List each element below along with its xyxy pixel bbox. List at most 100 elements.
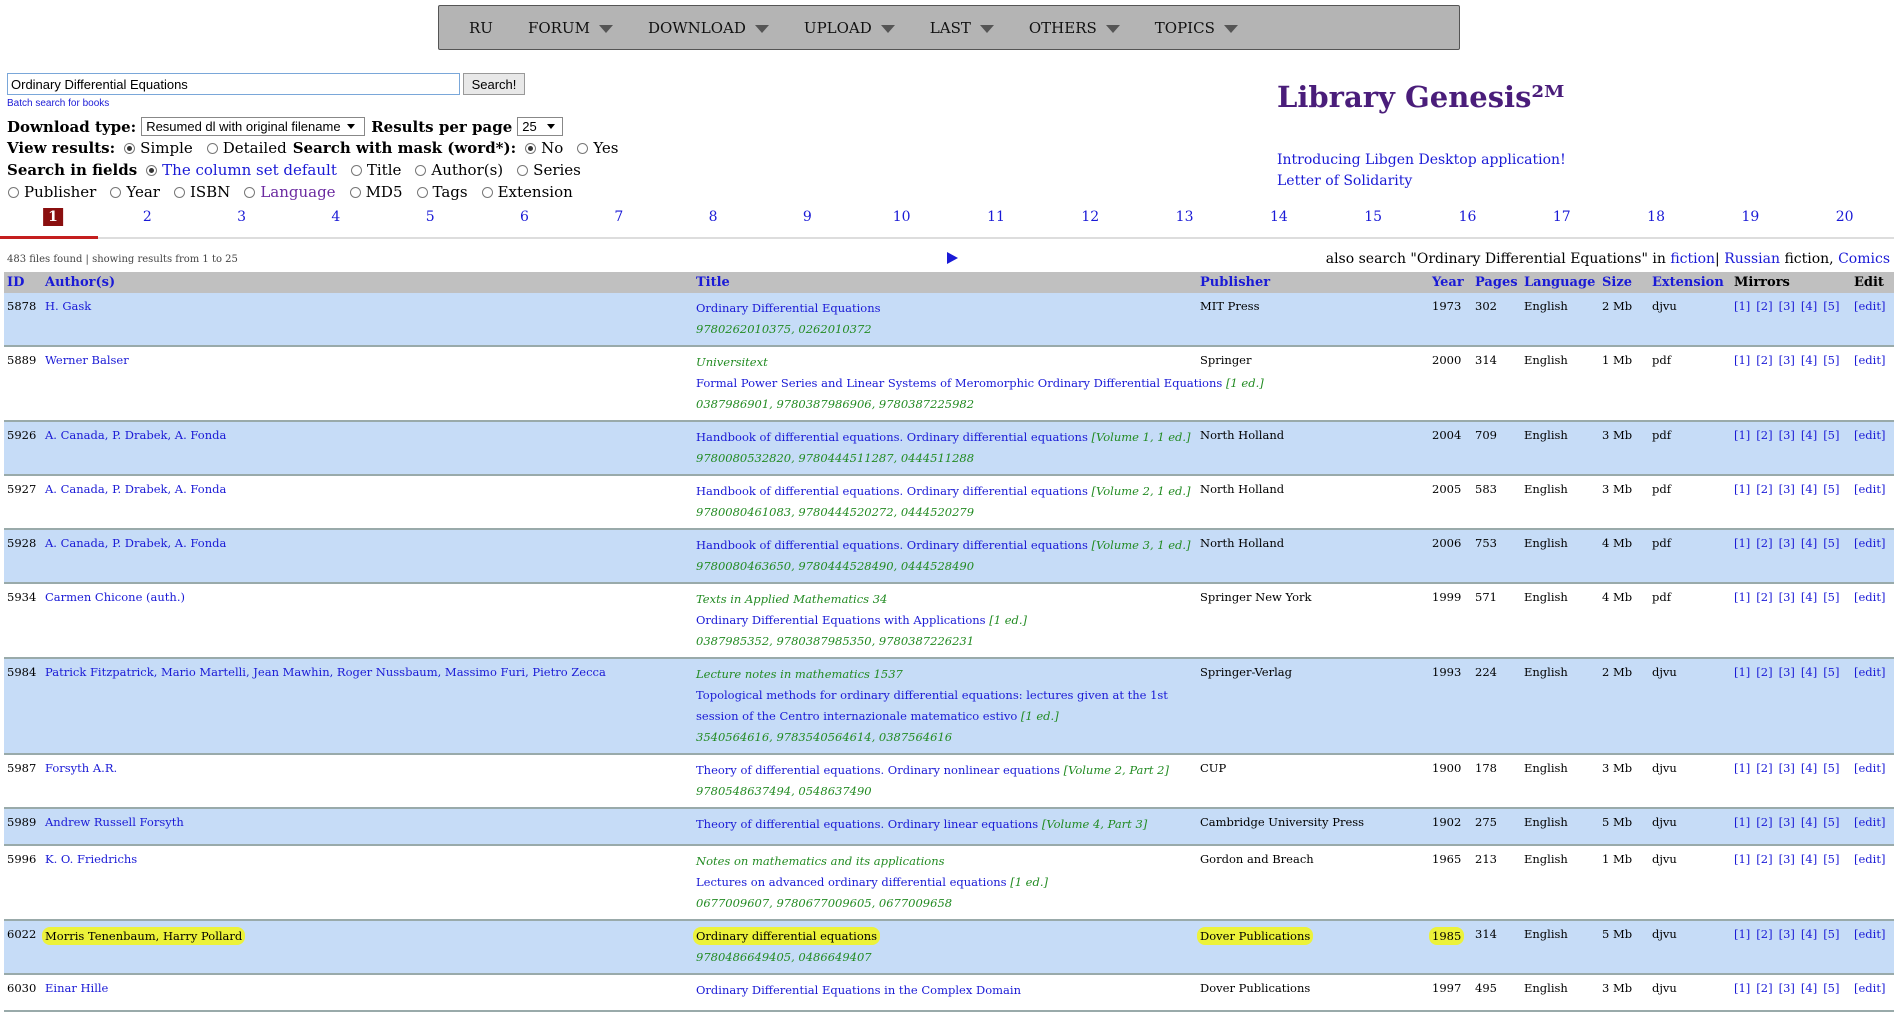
mirror-link-1[interactable]: [1] bbox=[1734, 353, 1750, 367]
book-title-link[interactable]: Topological methods for ordinary differe… bbox=[696, 688, 1168, 723]
column-header-size[interactable]: Size bbox=[1602, 275, 1632, 290]
mirror-link-1[interactable]: [1] bbox=[1734, 665, 1750, 679]
mirror-link-2[interactable]: [2] bbox=[1756, 353, 1772, 367]
field-publisher-radio[interactable] bbox=[8, 186, 19, 198]
mirror-link-4[interactable]: [4] bbox=[1801, 299, 1817, 313]
search-input[interactable] bbox=[7, 73, 460, 95]
mirror-link-3[interactable]: [3] bbox=[1779, 761, 1795, 775]
book-authors-link[interactable]: H. Gask bbox=[45, 299, 91, 313]
mirror-link-4[interactable]: [4] bbox=[1801, 852, 1817, 866]
mirror-link-2[interactable]: [2] bbox=[1756, 852, 1772, 866]
mirror-link-3[interactable]: [3] bbox=[1779, 815, 1795, 829]
field-md5-option[interactable]: MD5 bbox=[346, 183, 403, 201]
edit-link[interactable]: [edit] bbox=[1854, 353, 1885, 367]
edit-link[interactable]: [edit] bbox=[1854, 761, 1885, 775]
page-link-10[interactable]: 10 bbox=[893, 209, 911, 225]
book-authors-link[interactable]: K. O. Friedrichs bbox=[45, 852, 137, 866]
field-year-option[interactable]: Year bbox=[106, 183, 160, 201]
mirror-link-5[interactable]: [5] bbox=[1823, 536, 1839, 550]
mirror-link-2[interactable]: [2] bbox=[1756, 299, 1772, 313]
mirror-link-2[interactable]: [2] bbox=[1756, 981, 1772, 995]
mirror-link-2[interactable]: [2] bbox=[1756, 482, 1772, 496]
mirror-link-3[interactable]: [3] bbox=[1779, 428, 1795, 442]
mirror-link-3[interactable]: [3] bbox=[1779, 981, 1795, 995]
field-default-option[interactable]: The column set default bbox=[142, 161, 337, 179]
mirror-link-4[interactable]: [4] bbox=[1801, 536, 1817, 550]
field-title-radio[interactable] bbox=[350, 164, 362, 176]
book-series[interactable]: Notes on mathematics and its application… bbox=[696, 851, 1196, 872]
mirror-link-5[interactable]: [5] bbox=[1823, 482, 1839, 496]
field-isbn-radio[interactable] bbox=[173, 186, 185, 198]
edit-link[interactable]: [edit] bbox=[1854, 299, 1885, 313]
mirror-link-5[interactable]: [5] bbox=[1823, 815, 1839, 829]
mirror-link-2[interactable]: [2] bbox=[1756, 665, 1772, 679]
column-header-pages[interactable]: Pages bbox=[1475, 275, 1518, 290]
mirror-link-5[interactable]: [5] bbox=[1823, 428, 1839, 442]
also-search-comics-link[interactable]: Comics bbox=[1838, 251, 1890, 267]
page-link-19[interactable]: 19 bbox=[1741, 209, 1759, 225]
view-simple-radio[interactable] bbox=[124, 142, 136, 154]
download-type-select[interactable]: Resumed dl with original filename bbox=[141, 117, 366, 136]
edit-link[interactable]: [edit] bbox=[1854, 590, 1885, 604]
mirror-link-1[interactable]: [1] bbox=[1734, 428, 1750, 442]
mirror-link-1[interactable]: [1] bbox=[1734, 590, 1750, 604]
page-link-13[interactable]: 13 bbox=[1176, 209, 1194, 225]
edit-link[interactable]: [edit] bbox=[1854, 482, 1885, 496]
field-extension-radio[interactable] bbox=[481, 186, 493, 198]
field-language-radio[interactable] bbox=[244, 186, 256, 198]
column-header-title[interactable]: Title bbox=[696, 275, 730, 290]
field-publisher-option[interactable]: Publisher bbox=[8, 183, 96, 201]
page-link-15[interactable]: 15 bbox=[1364, 209, 1382, 225]
mirror-link-4[interactable]: [4] bbox=[1801, 353, 1817, 367]
mirror-link-5[interactable]: [5] bbox=[1823, 981, 1839, 995]
mask-yes-option[interactable]: Yes bbox=[573, 139, 619, 157]
mirror-link-5[interactable]: [5] bbox=[1823, 353, 1839, 367]
book-title-link[interactable]: Handbook of differential equations. Ordi… bbox=[696, 538, 1088, 552]
mirror-link-3[interactable]: [3] bbox=[1779, 665, 1795, 679]
mirror-link-5[interactable]: [5] bbox=[1823, 665, 1839, 679]
book-title-link[interactable]: Handbook of differential equations. Ordi… bbox=[696, 484, 1088, 498]
book-authors-link[interactable]: A. Canada, P. Drabek, A. Fonda bbox=[45, 482, 226, 496]
mirror-link-3[interactable]: [3] bbox=[1779, 353, 1795, 367]
also-search-fiction-link[interactable]: fiction bbox=[1670, 251, 1715, 267]
book-series[interactable]: Lecture notes in mathematics 1537 bbox=[696, 664, 1196, 685]
book-series[interactable]: Texts in Applied Mathematics 34 bbox=[696, 589, 1196, 610]
mirror-link-2[interactable]: [2] bbox=[1756, 815, 1772, 829]
mirror-link-5[interactable]: [5] bbox=[1823, 761, 1839, 775]
view-simple-option[interactable]: Simple bbox=[120, 139, 193, 157]
column-header-authors[interactable]: Author(s) bbox=[45, 275, 115, 290]
book-authors-link[interactable]: A. Canada, P. Drabek, A. Fonda bbox=[45, 428, 226, 442]
mirror-link-2[interactable]: [2] bbox=[1756, 927, 1772, 941]
mirror-link-5[interactable]: [5] bbox=[1823, 299, 1839, 313]
book-title-link[interactable]: Ordinary Differential Equations in the C… bbox=[696, 983, 1021, 997]
menu-item-others[interactable]: OTHERS bbox=[1029, 19, 1120, 37]
book-title-link[interactable]: Theory of differential equations. Ordina… bbox=[696, 817, 1038, 831]
mirror-link-3[interactable]: [3] bbox=[1779, 482, 1795, 496]
field-tags-option[interactable]: Tags bbox=[413, 183, 468, 201]
mirror-link-4[interactable]: [4] bbox=[1801, 927, 1817, 941]
edit-link[interactable]: [edit] bbox=[1854, 536, 1885, 550]
mirror-link-3[interactable]: [3] bbox=[1779, 299, 1795, 313]
book-authors-link[interactable]: Werner Balser bbox=[45, 353, 129, 367]
page-link-16[interactable]: 16 bbox=[1459, 209, 1477, 225]
next-page-play-icon[interactable] bbox=[947, 252, 958, 264]
mirror-link-2[interactable]: [2] bbox=[1756, 590, 1772, 604]
results-per-page-select[interactable]: 25 bbox=[517, 117, 564, 136]
mask-no-radio[interactable] bbox=[525, 142, 537, 154]
page-link-17[interactable]: 17 bbox=[1553, 209, 1571, 225]
book-title-link[interactable]: Handbook of differential equations. Ordi… bbox=[696, 430, 1088, 444]
page-link-9[interactable]: 9 bbox=[803, 209, 812, 225]
mirror-link-1[interactable]: [1] bbox=[1734, 299, 1750, 313]
mirror-link-4[interactable]: [4] bbox=[1801, 665, 1817, 679]
field-series-option[interactable]: Series bbox=[513, 161, 581, 179]
book-title-link[interactable]: Formal Power Series and Linear Systems o… bbox=[696, 376, 1222, 390]
mirror-link-2[interactable]: [2] bbox=[1756, 761, 1772, 775]
page-link-11[interactable]: 11 bbox=[987, 209, 1005, 225]
edit-link[interactable]: [edit] bbox=[1854, 815, 1885, 829]
mask-no-option[interactable]: No bbox=[521, 139, 563, 157]
field-language-label[interactable]: Language bbox=[260, 183, 335, 201]
column-header-id[interactable]: ID bbox=[7, 275, 24, 290]
book-title-link[interactable]: Ordinary Differential Equations with App… bbox=[696, 613, 986, 627]
menu-item-download[interactable]: DOWNLOAD bbox=[648, 19, 769, 37]
book-authors-link[interactable]: Carmen Chicone (auth.) bbox=[45, 590, 185, 604]
